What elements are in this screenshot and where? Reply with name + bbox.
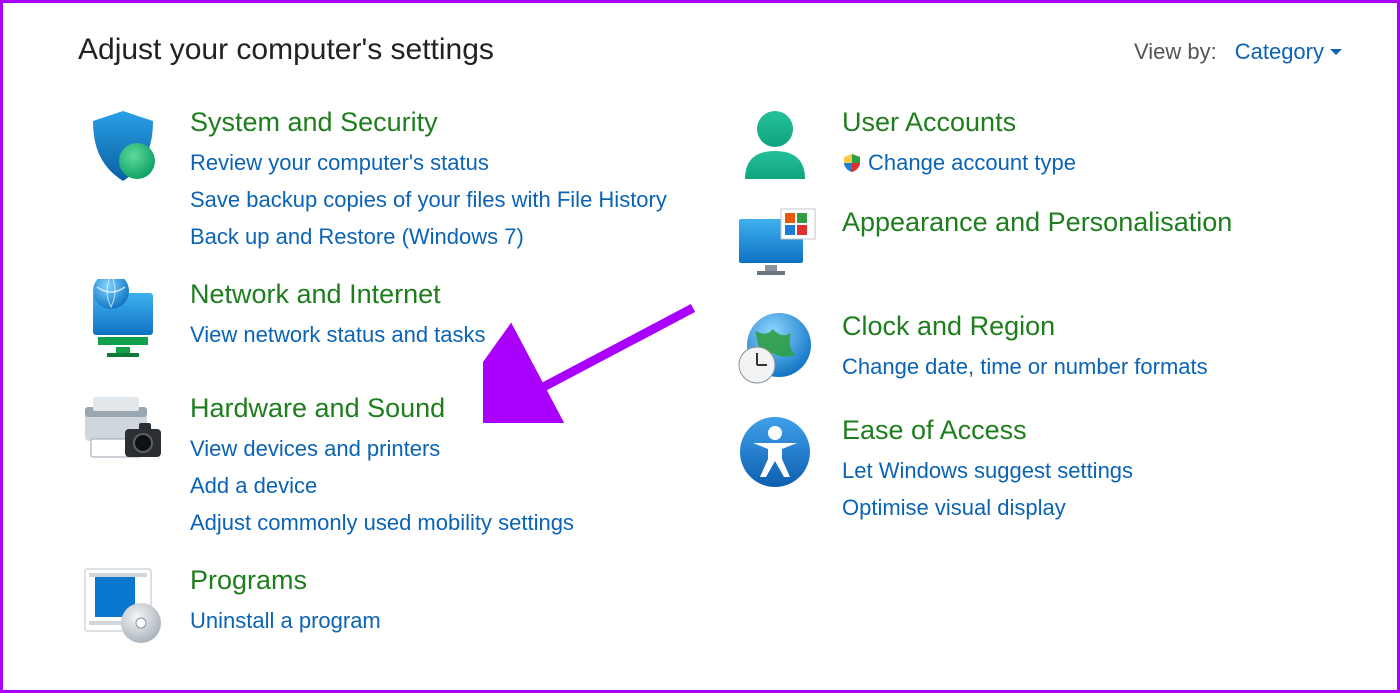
category-network-internet: Network and Internet View network status…	[78, 277, 690, 369]
viewby-value-text: Category	[1235, 39, 1324, 65]
globe-clock-icon	[730, 309, 820, 391]
category-ease-of-access: Ease of Access Let Windows suggest setti…	[730, 413, 1342, 526]
appearance-heading[interactable]: Appearance and Personalisation	[842, 205, 1342, 240]
page-title: Adjust your computer's settings	[78, 33, 494, 67]
ease-of-access-heading[interactable]: Ease of Access	[842, 413, 1342, 448]
category-hardware-sound: Hardware and Sound View devices and prin…	[78, 391, 690, 541]
programs-heading[interactable]: Programs	[190, 563, 690, 598]
caret-down-icon	[1330, 49, 1342, 55]
category-user-accounts: User Accounts Change account type	[730, 105, 1342, 183]
link-devices-printers[interactable]: View devices and printers	[190, 430, 690, 467]
network-globe-icon	[78, 277, 168, 369]
network-internet-heading[interactable]: Network and Internet	[190, 277, 690, 312]
appearance-monitor-icon	[730, 205, 820, 287]
category-clock-region: Clock and Region Change date, time or nu…	[730, 309, 1342, 391]
category-programs: Programs Uninstall a program	[78, 563, 690, 645]
link-change-account-type-text: Change account type	[868, 146, 1076, 179]
system-security-heading[interactable]: System and Security	[190, 105, 690, 140]
user-accounts-heading[interactable]: User Accounts	[842, 105, 1342, 140]
programs-disc-icon	[78, 563, 168, 645]
uac-shield-icon	[842, 153, 862, 173]
link-review-status[interactable]: Review your computer's status	[190, 144, 690, 181]
category-appearance: Appearance and Personalisation	[730, 205, 1342, 287]
link-change-account-type[interactable]: Change account type	[842, 144, 1342, 181]
link-mobility-settings[interactable]: Adjust commonly used mobility settings	[190, 504, 690, 541]
viewby-dropdown[interactable]: Category	[1235, 39, 1342, 65]
hardware-sound-heading[interactable]: Hardware and Sound	[190, 391, 690, 426]
link-change-date-time[interactable]: Change date, time or number formats	[842, 348, 1342, 385]
link-optimise-display[interactable]: Optimise visual display	[842, 489, 1342, 526]
shield-icon	[78, 105, 168, 187]
user-icon	[730, 105, 820, 183]
link-file-history[interactable]: Save backup copies of your files with Fi…	[190, 181, 690, 218]
link-add-device[interactable]: Add a device	[190, 467, 690, 504]
viewby-control: View by: Category	[1134, 39, 1342, 65]
link-windows-suggest[interactable]: Let Windows suggest settings	[842, 452, 1342, 489]
printer-camera-icon	[78, 391, 168, 471]
link-uninstall-program[interactable]: Uninstall a program	[190, 602, 690, 639]
category-system-security: System and Security Review your computer…	[78, 105, 690, 255]
link-network-status[interactable]: View network status and tasks	[190, 316, 690, 353]
viewby-label: View by:	[1134, 39, 1217, 65]
accessibility-icon	[730, 413, 820, 526]
clock-region-heading[interactable]: Clock and Region	[842, 309, 1342, 344]
link-backup-restore[interactable]: Back up and Restore (Windows 7)	[190, 218, 690, 255]
